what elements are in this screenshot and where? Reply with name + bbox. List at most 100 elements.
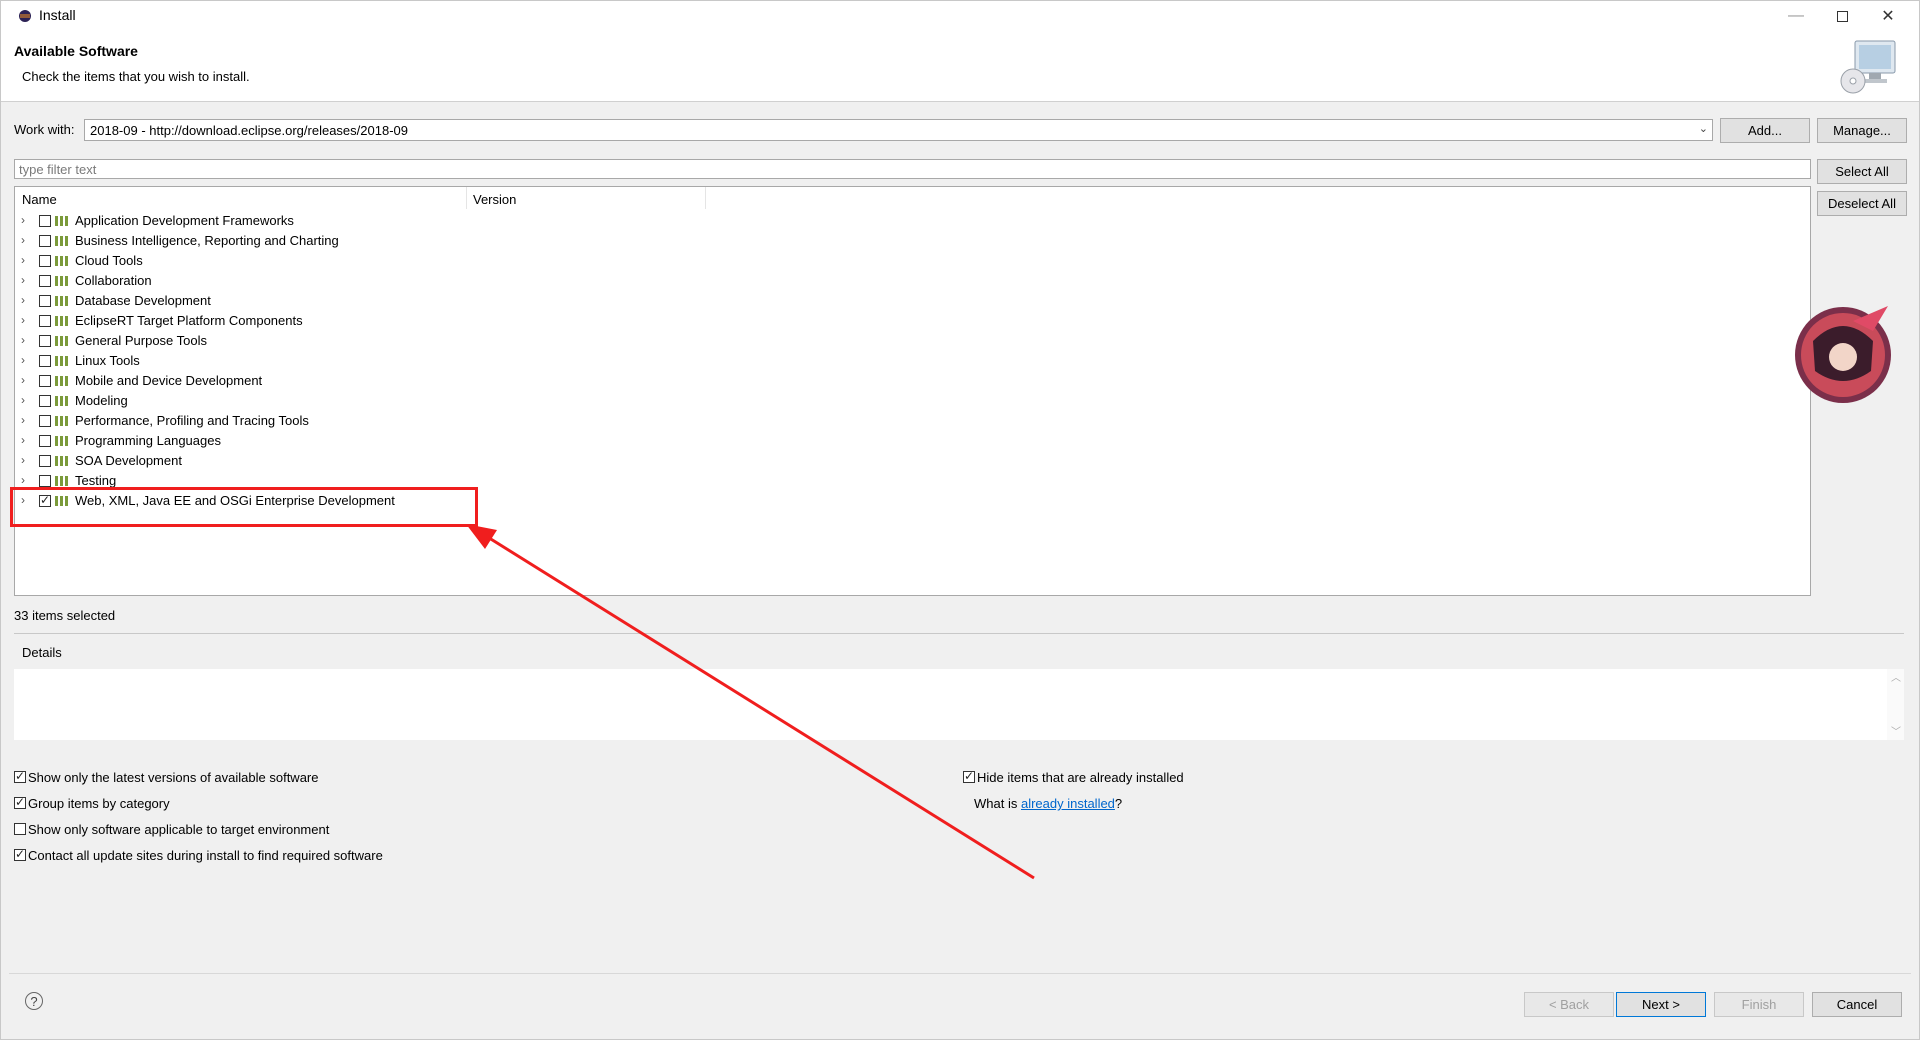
group-by-category-checkbox[interactable]: ✓ [14,795,26,809]
software-tree[interactable]: Name Version › Application Development Fr… [14,186,1811,596]
hide-installed-option[interactable]: ✓ Hide items that are already installed [963,769,1184,785]
column-version[interactable]: Version [473,192,516,207]
chevron-down-icon[interactable]: ⌄ [1699,122,1708,135]
details-area[interactable]: ︿ ﹀ [14,669,1904,740]
category-icon [55,356,68,366]
expand-chevron-icon[interactable]: › [21,353,25,367]
maximize-button[interactable] [1819,1,1865,31]
tree-row-label: Performance, Profiling and Tracing Tools [75,413,309,428]
filter-input[interactable] [15,160,1810,178]
category-icon [55,216,68,226]
window-title: Install [39,7,76,23]
close-button[interactable]: ✕ [1865,1,1911,31]
install-dialog: Install — ✕ Available Software Check the… [0,0,1920,1040]
latest-versions-option[interactable]: ✓ Show only the latest versions of availa… [14,769,319,785]
manage-button[interactable]: Manage... [1817,118,1907,143]
tree-row[interactable]: › Linux Tools [15,351,1810,371]
cancel-button[interactable]: Cancel [1812,992,1902,1017]
expand-chevron-icon[interactable]: › [21,333,25,347]
column-divider[interactable] [466,187,467,209]
tree-row[interactable]: › Application Development Frameworks [15,211,1810,231]
row-checkbox[interactable] [39,335,51,347]
category-icon [55,436,68,446]
latest-versions-checkbox[interactable]: ✓ [14,769,26,783]
next-button[interactable]: Next > [1616,992,1706,1017]
tree-row[interactable]: › General Purpose Tools [15,331,1810,351]
tree-row[interactable]: › SOA Development [15,451,1810,471]
add-button[interactable]: Add... [1720,118,1810,143]
tree-row[interactable]: › Mobile and Device Development [15,371,1810,391]
expand-chevron-icon[interactable]: › [21,433,25,447]
row-checkbox[interactable] [39,475,51,487]
filter-field[interactable] [14,159,1811,179]
hide-installed-checkbox[interactable]: ✓ [963,769,975,783]
annotation-highlight [10,487,478,527]
already-installed-link[interactable]: already installed [1021,796,1115,811]
target-env-option[interactable]: Show only software applicable to target … [14,822,329,837]
row-checkbox[interactable] [39,235,51,247]
row-checkbox[interactable] [39,255,51,267]
floating-avatar[interactable] [1793,301,1893,407]
scroll-down-icon[interactable]: ﹀ [1891,723,1901,738]
row-checkbox[interactable] [39,215,51,227]
hide-installed-label: Hide items that are already installed [977,770,1184,785]
expand-chevron-icon[interactable]: › [21,273,25,287]
tree-row[interactable]: › Performance, Profiling and Tracing Tool… [15,411,1810,431]
tree-row[interactable]: › Database Development [15,291,1810,311]
expand-chevron-icon[interactable]: › [21,413,25,427]
help-button[interactable]: ? [25,992,43,1010]
target-env-checkbox[interactable] [14,823,26,835]
expand-chevron-icon[interactable]: › [21,473,25,487]
group-by-category-option[interactable]: ✓ Group items by category [14,795,170,811]
row-checkbox[interactable] [39,315,51,327]
row-checkbox[interactable] [39,395,51,407]
expand-chevron-icon[interactable]: › [21,313,25,327]
minimize-icon: — [1788,7,1804,24]
back-button[interactable]: < Back [1524,992,1614,1017]
row-checkbox[interactable] [39,435,51,447]
tree-row-label: Database Development [75,293,211,308]
row-checkbox[interactable] [39,355,51,367]
category-icon [55,336,68,346]
column-name[interactable]: Name [22,192,57,207]
category-icon [55,256,68,266]
tree-row[interactable]: › Programming Languages [15,431,1810,451]
row-checkbox[interactable] [39,415,51,427]
expand-chevron-icon[interactable]: › [21,253,25,267]
tree-row[interactable]: › Collaboration [15,271,1810,291]
deselect-all-button[interactable]: Deselect All [1817,191,1907,216]
tree-row[interactable]: › Modeling [15,391,1810,411]
row-checkbox[interactable] [39,275,51,287]
scroll-up-icon[interactable]: ︿ [1891,669,1901,684]
expand-chevron-icon[interactable]: › [21,453,25,467]
row-checkbox[interactable] [39,455,51,467]
details-scrollbar[interactable]: ︿ ﹀ [1887,669,1904,740]
minimize-button[interactable]: — [1773,1,1819,31]
finish-button[interactable]: Finish [1714,992,1804,1017]
title-bar: Install — ✕ [1,1,1919,31]
select-all-button[interactable]: Select All [1817,159,1907,184]
tree-row[interactable]: › Business Intelligence, Reporting and Ch… [15,231,1810,251]
expand-chevron-icon[interactable]: › [21,293,25,307]
work-with-value: 2018-09 - http://download.eclipse.org/re… [90,123,408,138]
tree-row-label: Modeling [75,393,128,408]
what-is-installed: What is already installed? [974,796,1122,811]
column-divider[interactable] [705,187,706,209]
details-label: Details [22,645,62,660]
tree-row[interactable]: › EclipseRT Target Platform Components [15,311,1810,331]
row-checkbox[interactable] [39,295,51,307]
help-icon: ? [30,993,38,1009]
contact-sites-checkbox[interactable]: ✓ [14,847,26,861]
category-icon [55,456,68,466]
contact-sites-option[interactable]: ✓ Contact all update sites during install… [14,847,383,863]
expand-chevron-icon[interactable]: › [21,373,25,387]
target-env-label: Show only software applicable to target … [28,822,330,837]
expand-chevron-icon[interactable]: › [21,233,25,247]
checkmark-icon: ✓ [15,795,26,809]
work-with-combo[interactable]: 2018-09 - http://download.eclipse.org/re… [84,119,1713,141]
expand-chevron-icon[interactable]: › [21,393,25,407]
expand-chevron-icon[interactable]: › [21,213,25,227]
row-checkbox[interactable] [39,375,51,387]
tree-row-label: Cloud Tools [75,253,143,268]
tree-row[interactable]: › Cloud Tools [15,251,1810,271]
